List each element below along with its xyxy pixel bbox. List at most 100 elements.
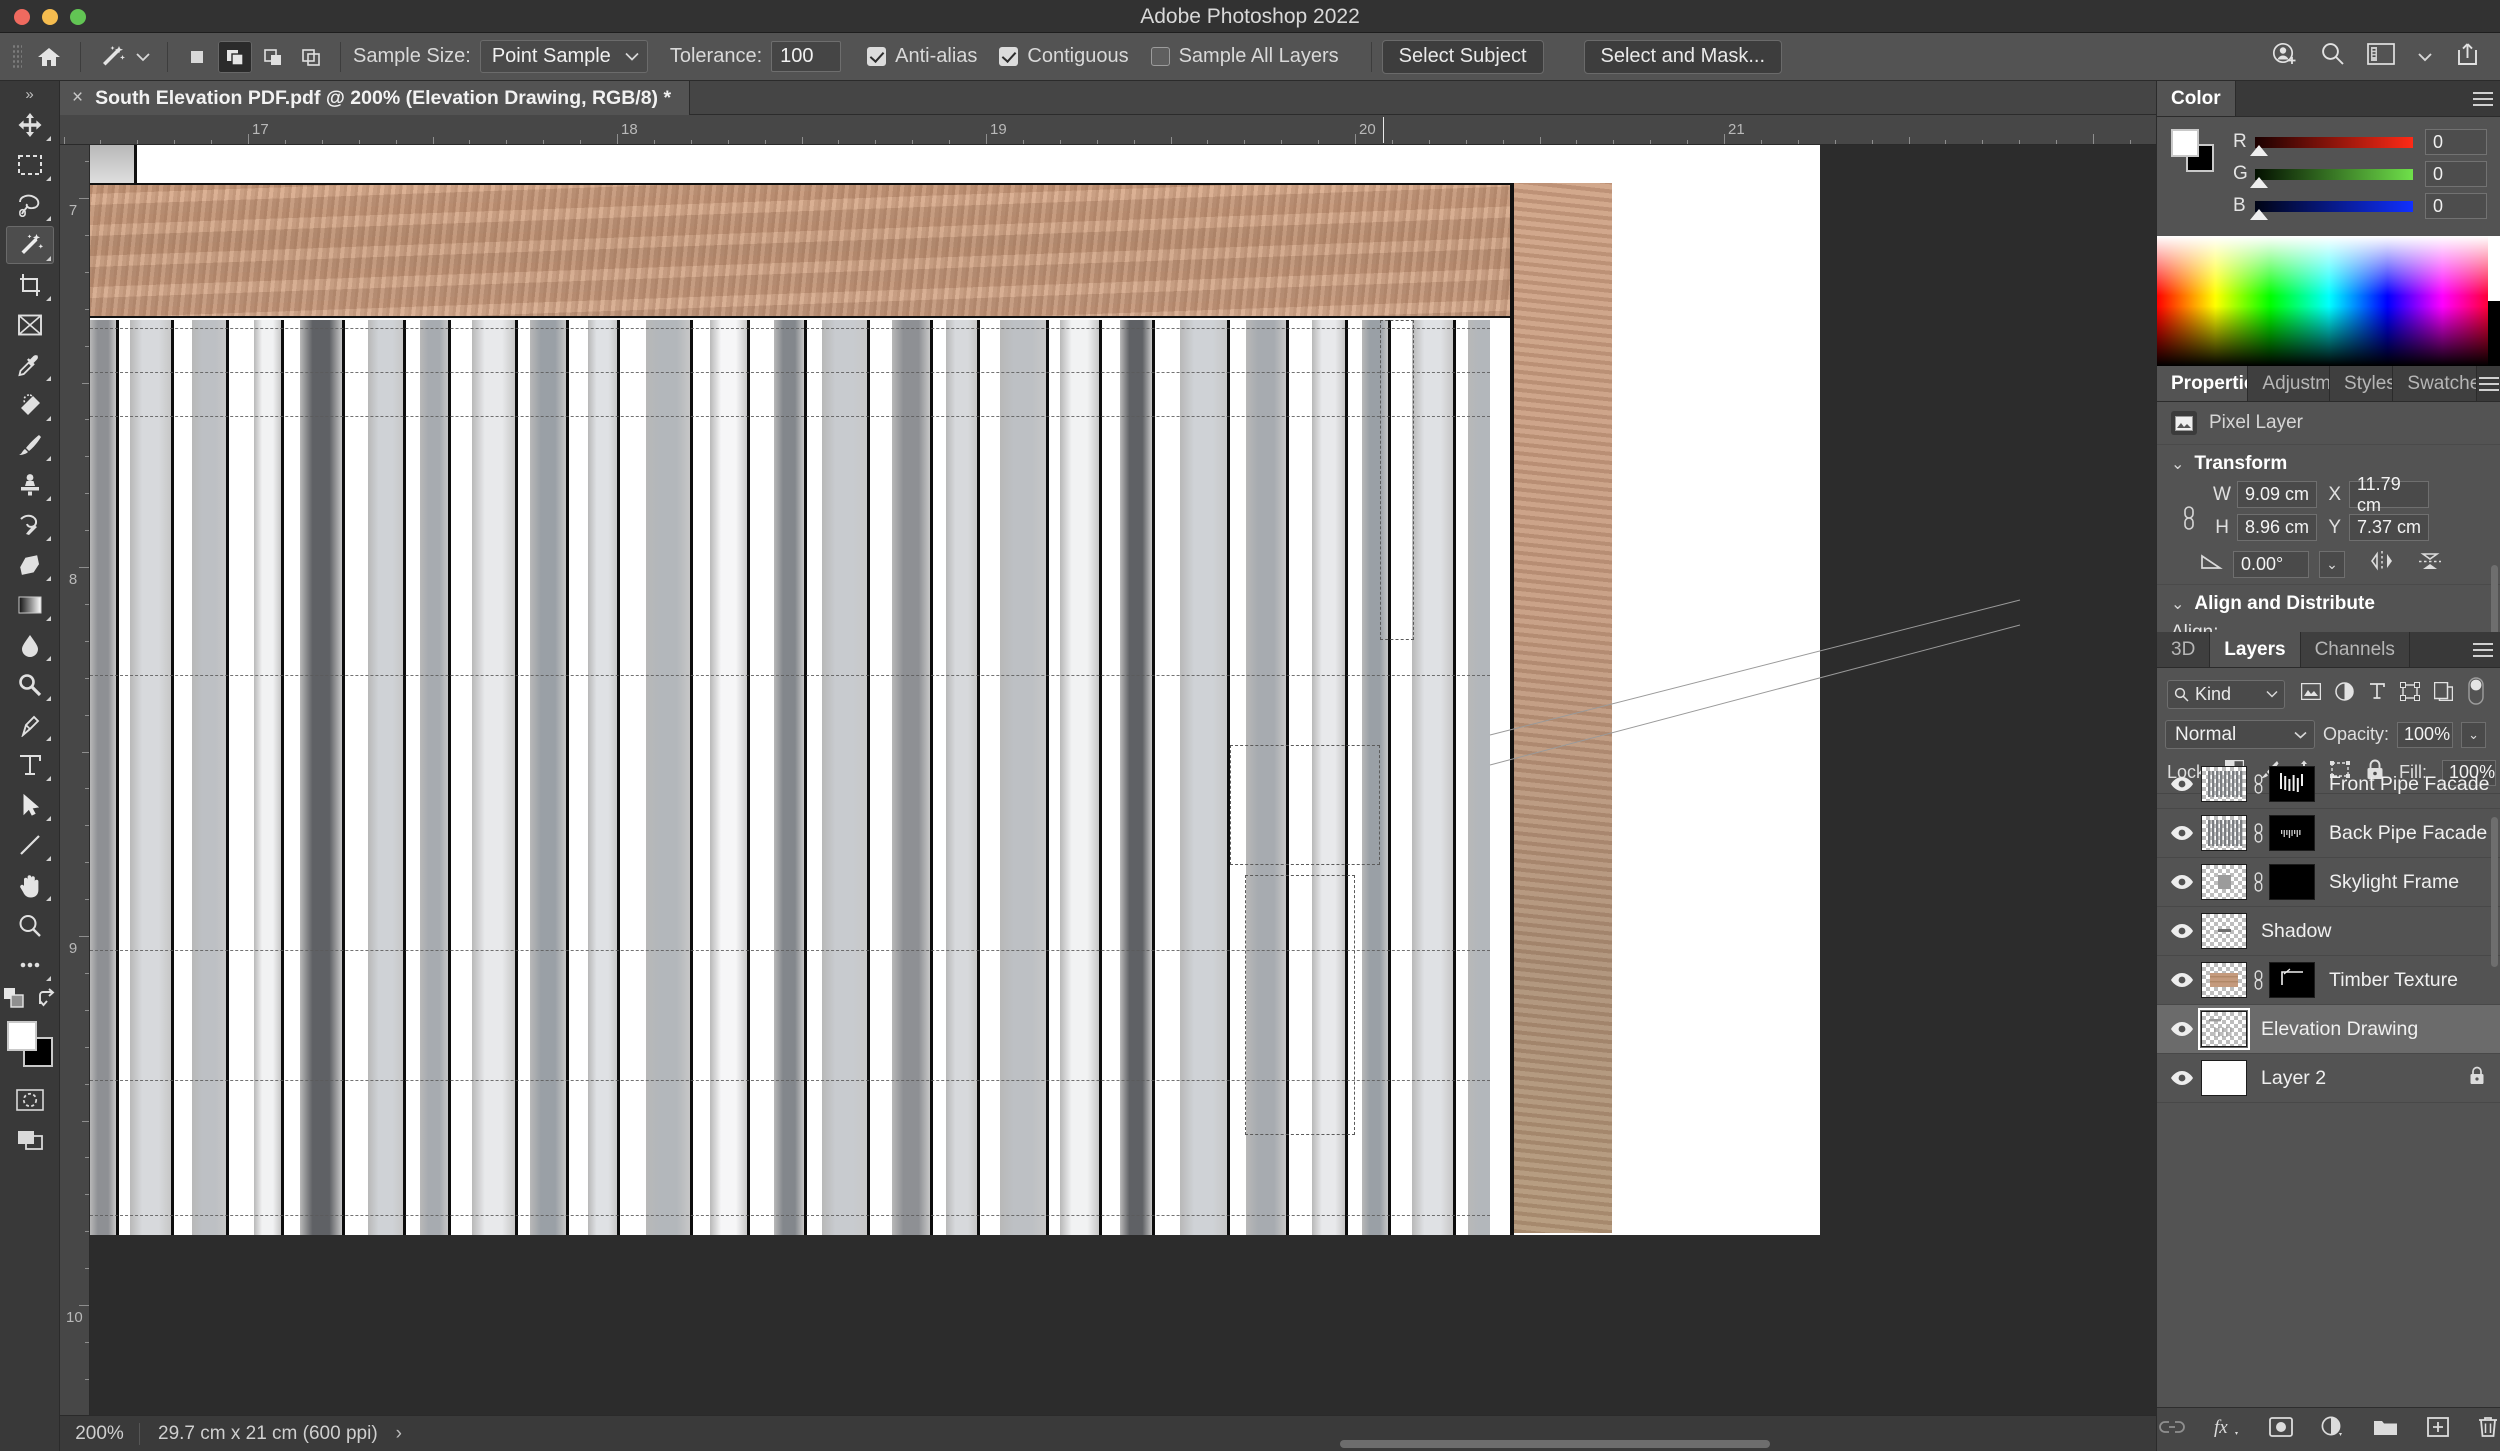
layer-mask-thumbnail[interactable] [2269, 766, 2315, 802]
subtract-from-selection-button[interactable] [256, 41, 290, 73]
layer-name[interactable]: Elevation Drawing [2261, 1018, 2418, 1041]
layer-mask-link-icon[interactable] [2247, 968, 2269, 992]
blur-tool[interactable] [6, 626, 54, 664]
rectangular-marquee-tool[interactable] [6, 146, 54, 184]
layer-mask-thumbnail[interactable] [2269, 962, 2315, 998]
tab-properties[interactable]: Properties [2157, 366, 2249, 401]
layer-thumbnail[interactable] [2201, 864, 2247, 900]
grayscale-ramp[interactable] [2488, 236, 2500, 366]
history-brush-tool[interactable] [6, 506, 54, 544]
home-icon[interactable] [30, 40, 68, 74]
magic-wand-icon[interactable] [93, 40, 131, 74]
close-icon[interactable]: × [72, 87, 83, 109]
blue-slider[interactable] [2250, 200, 2413, 220]
lasso-tool[interactable] [6, 186, 54, 224]
green-value[interactable]: 0 [2425, 161, 2487, 187]
red-slider[interactable] [2250, 136, 2413, 156]
layer-visibility-eye-icon[interactable] [2165, 1021, 2199, 1037]
panel-menu-icon[interactable] [2465, 632, 2500, 667]
layer-row[interactable]: Back Pipe Facade [2157, 809, 2500, 858]
layer-thumbnail[interactable] [2201, 766, 2247, 802]
tolerance-input[interactable]: 100 [771, 41, 842, 72]
layer-visibility-eye-icon[interactable] [2165, 874, 2199, 890]
layer-mask-link-icon[interactable] [2247, 870, 2269, 894]
crop-tool[interactable] [6, 266, 54, 304]
flip-horizontal-icon[interactable] [2369, 550, 2395, 578]
panel-menu-icon[interactable] [2465, 81, 2500, 116]
filter-adjustment-icon[interactable] [2335, 681, 2354, 707]
tab-color[interactable]: Color [2157, 81, 2236, 116]
layer-mask-link-icon[interactable] [2247, 821, 2269, 845]
link-aspect-icon[interactable] [2181, 503, 2197, 539]
layer-name[interactable]: Timber Texture [2329, 969, 2458, 992]
add-to-selection-button[interactable] [218, 40, 252, 73]
opacity-chevron-down-icon[interactable]: ⌄ [2461, 721, 2487, 748]
layer-thumbnail[interactable] [2201, 1060, 2247, 1096]
options-bar-grip[interactable] [12, 43, 22, 70]
horizontal-ruler[interactable]: 17 18 19 20 21 [60, 115, 2156, 145]
chevron-down-icon[interactable]: ⌄ [2171, 454, 2184, 474]
red-value[interactable]: 0 [2425, 129, 2487, 155]
angle-dropdown-chevron-down-icon[interactable]: ⌄ [2319, 550, 2345, 578]
add-user-icon[interactable] [2272, 41, 2298, 72]
move-tool[interactable] [6, 106, 54, 144]
add-layer-mask-icon[interactable] [2269, 1416, 2293, 1443]
layer-thumbnail[interactable] [2201, 913, 2247, 949]
horizontal-scrollbar[interactable] [1340, 1440, 1770, 1448]
layer-name[interactable]: Shadow [2261, 920, 2331, 943]
status-expand-icon[interactable]: › [396, 1423, 402, 1445]
filter-pixel-icon[interactable] [2300, 682, 2322, 706]
layer-visibility-eye-icon[interactable] [2165, 972, 2199, 988]
tab-3d[interactable]: 3D [2157, 632, 2211, 667]
gradient-tool[interactable] [6, 586, 54, 624]
share-icon[interactable] [2455, 41, 2480, 72]
eyedropper-tool[interactable] [6, 346, 54, 384]
zoom-tool[interactable] [6, 906, 54, 944]
width-input[interactable]: 9.09 cm [2237, 481, 2317, 508]
transform-section-header[interactable]: ⌄ Transform [2157, 453, 2500, 475]
artboard[interactable] [90, 145, 2156, 1385]
layer-visibility-eye-icon[interactable] [2165, 776, 2199, 792]
tool-preset-chevron-down-icon[interactable] [131, 40, 155, 74]
edit-toolbar-tool[interactable] [6, 946, 54, 984]
new-group-icon[interactable] [2373, 1417, 2399, 1443]
new-selection-button[interactable] [180, 41, 214, 73]
chevron-down-icon[interactable]: ⌄ [2171, 594, 2184, 614]
canvas-area[interactable]: 17 18 19 20 21 7 8 9 10 [60, 115, 2156, 1415]
sample-all-layers-checkbox[interactable] [1150, 47, 1170, 66]
layer-visibility-eye-icon[interactable] [2165, 923, 2199, 939]
layer-thumbnail[interactable] [2201, 962, 2247, 998]
hand-tool[interactable] [6, 866, 54, 904]
blend-mode-select[interactable]: Normal [2165, 720, 2315, 749]
panel-menu-icon[interactable] [2477, 366, 2500, 401]
link-layers-icon[interactable] [2159, 1418, 2185, 1441]
layer-row[interactable]: Elevation Drawing [2157, 1005, 2500, 1054]
layer-thumbnail[interactable] [2198, 1008, 2250, 1050]
height-input[interactable]: 8.96 cm [2237, 514, 2317, 541]
document-canvas[interactable] [90, 145, 1820, 1235]
layer-name[interactable]: Layer 2 [2261, 1067, 2326, 1090]
layer-visibility-eye-icon[interactable] [2165, 825, 2199, 841]
tab-channels[interactable]: Channels [2300, 632, 2410, 667]
toolbar-expand-icon[interactable]: » [25, 85, 33, 105]
swap-colors-icon[interactable] [37, 988, 57, 1014]
sample-size-select[interactable]: Point Sample [479, 40, 648, 73]
layer-name[interactable]: Front Pipe Facade [2329, 773, 2489, 796]
layer-mask-thumbnail[interactable] [2269, 815, 2315, 851]
brush-tool[interactable] [6, 426, 54, 464]
filter-smart-object-icon[interactable] [2433, 681, 2454, 707]
sample-all-layers-checkbox-row[interactable]: Sample All Layers [1150, 45, 1339, 68]
intersect-selection-button[interactable] [294, 41, 328, 73]
workspace-icon[interactable] [2367, 42, 2395, 71]
filter-type-icon[interactable] [2368, 682, 2386, 706]
tab-layers[interactable]: Layers [2210, 632, 2301, 667]
foreground-color-swatch[interactable] [6, 1021, 37, 1051]
select-and-mask-button[interactable]: Select and Mask... [1583, 39, 1783, 74]
layer-row[interactable]: Shadow [2157, 907, 2500, 956]
layer-filter-kind-select[interactable]: Kind [2167, 679, 2285, 709]
blue-value[interactable]: 0 [2425, 193, 2487, 219]
layer-name[interactable]: Back Pipe Facade [2329, 822, 2487, 845]
layer-row[interactable]: Skylight Frame [2157, 858, 2500, 907]
filter-shape-icon[interactable] [2400, 681, 2420, 707]
eraser-tool[interactable] [6, 546, 54, 584]
